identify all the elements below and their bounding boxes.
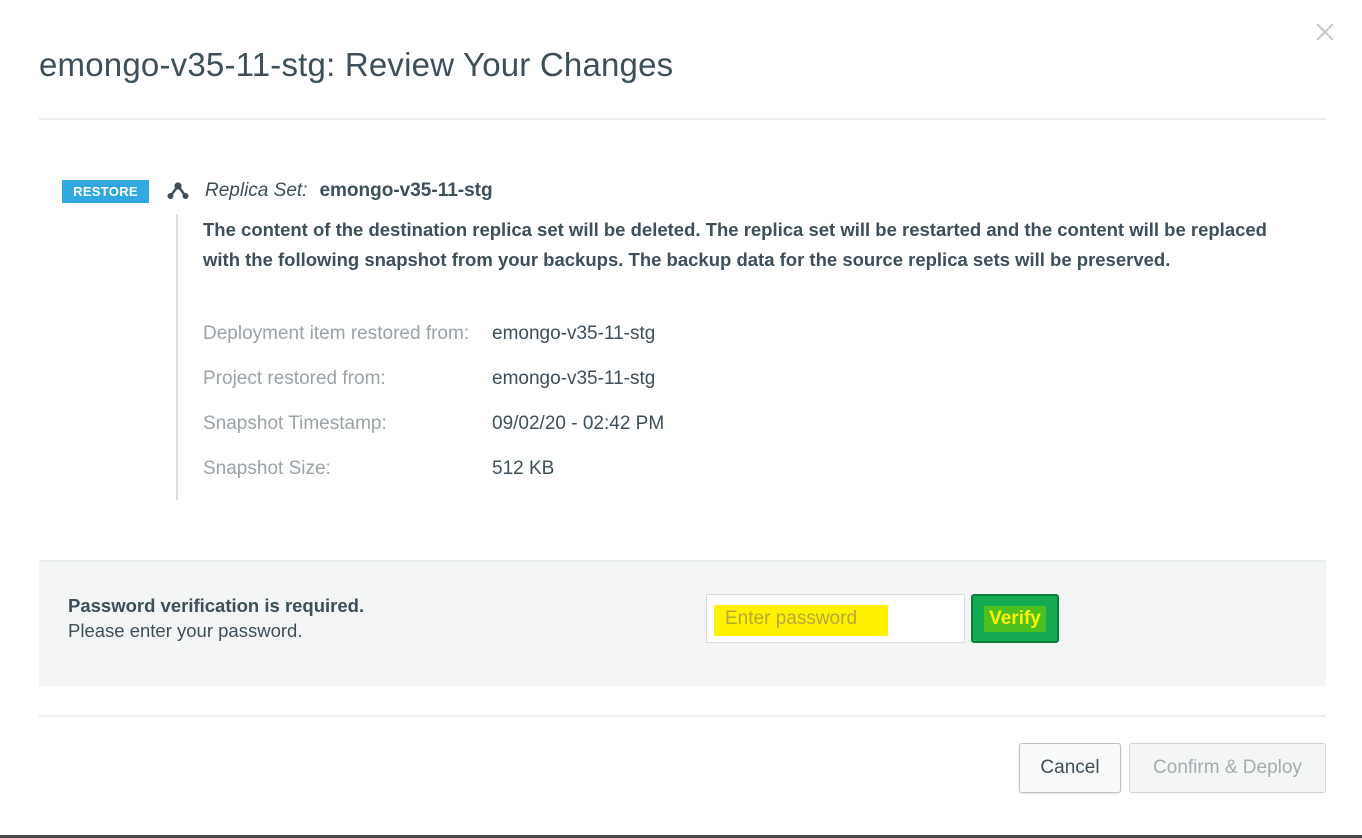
restore-warning-text: The content of the destination replica s… xyxy=(203,219,1267,270)
replica-set-icon xyxy=(167,182,189,199)
verify-button[interactable]: Verify xyxy=(971,594,1059,643)
verify-button-label: Verify xyxy=(984,605,1046,632)
password-field-wrapper xyxy=(706,594,965,643)
detail-key: Project restored from: xyxy=(203,368,386,389)
detail-value: 09/02/20 - 02:42 PM xyxy=(492,413,665,434)
detail-value: emongo-v35-11-stg xyxy=(492,323,656,344)
divider xyxy=(39,118,1326,120)
detail-key: Snapshot Size: xyxy=(203,458,331,479)
password-input[interactable] xyxy=(707,595,964,642)
password-panel-subtitle: Please enter your password. xyxy=(68,620,303,641)
detail-key: Snapshot Timestamp: xyxy=(203,413,387,434)
detail-value: emongo-v35-11-stg xyxy=(492,368,656,389)
review-changes-modal: emongo-v35-11-stg: Review Your Changes R… xyxy=(0,0,1362,838)
cancel-button[interactable]: Cancel xyxy=(1019,743,1121,793)
password-panel-title: Password verification is required. xyxy=(68,595,365,616)
restore-badge: RESTORE xyxy=(62,180,149,203)
replica-set-name: emongo-v35-11-stg xyxy=(319,180,493,201)
replica-set-line: Replica Set: emongo-v35-11-stg xyxy=(205,180,493,202)
detail-value: 512 KB xyxy=(492,458,555,479)
footer-divider xyxy=(39,715,1326,717)
password-verification-panel: Password verification is required. Pleas… xyxy=(39,560,1326,686)
close-icon[interactable] xyxy=(1313,20,1337,44)
detail-key: Deployment item restored from: xyxy=(203,323,470,344)
modal-title: emongo-v35-11-stg: Review Your Changes xyxy=(39,46,674,83)
replica-set-label: Replica Set: xyxy=(205,180,308,201)
detail-guide-line xyxy=(176,214,178,500)
confirm-deploy-button[interactable]: Confirm & Deploy xyxy=(1129,743,1326,793)
